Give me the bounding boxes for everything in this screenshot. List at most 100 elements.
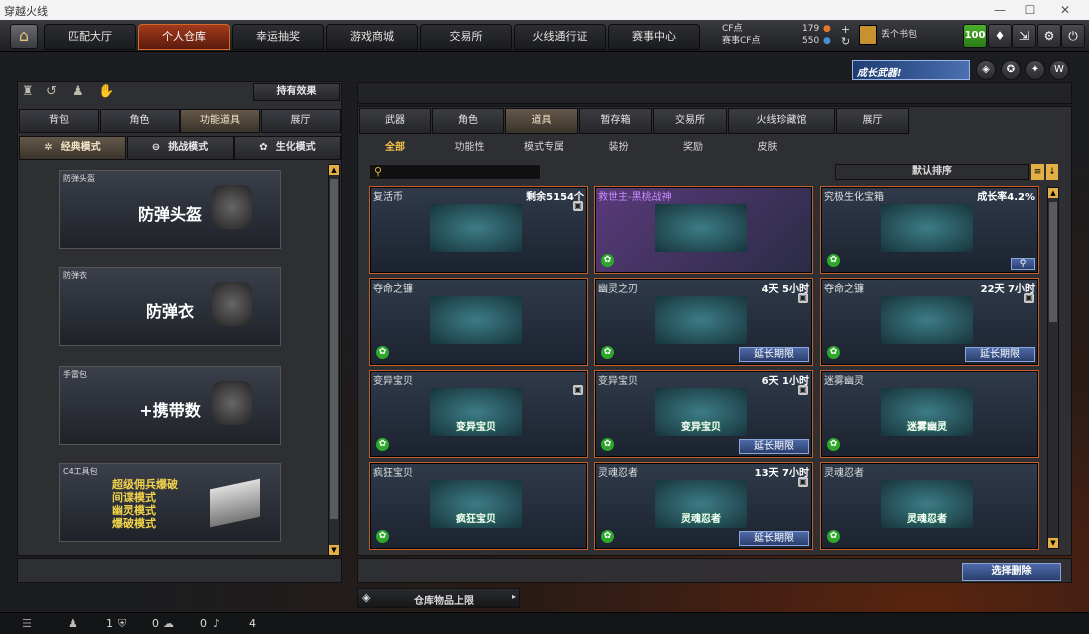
left-tab-3[interactable]: 展厅 xyxy=(260,109,341,133)
settings-icon[interactable]: ⚙ xyxy=(1037,24,1061,48)
badge-icon-3[interactable]: ✦ xyxy=(1025,60,1045,80)
function-item-card[interactable]: 防弹衣 防弹衣 xyxy=(59,267,281,346)
nav-tab-6[interactable]: 赛事中心 xyxy=(608,24,700,50)
gift-icon[interactable]: ✿ xyxy=(827,254,840,267)
lock-icon[interactable]: ▣ xyxy=(798,477,808,487)
nav-tab-4[interactable]: 交易所 xyxy=(420,24,512,50)
team-icon[interactable]: ♜ xyxy=(22,84,34,99)
right-tab-5[interactable]: 火线珍藏馆 xyxy=(728,108,835,134)
home-icon[interactable]: ⌂ xyxy=(10,24,38,49)
gift-icon[interactable]: ✿ xyxy=(601,254,614,267)
extend-button[interactable]: 延长期限 xyxy=(739,439,809,454)
item-card[interactable]: 究极生化宝箱 成长率4.2% ✿ ⚲ xyxy=(820,186,1039,274)
item-card[interactable]: 幽灵之刃 4天 5小时 ✿ ▣ 延长期限 xyxy=(594,278,813,366)
right-scroll-down-icon[interactable]: ▼ xyxy=(1048,538,1058,548)
close-window-icon[interactable]: ✕ xyxy=(1055,2,1075,18)
badge-icon-4[interactable]: W xyxy=(1049,60,1069,80)
left-tab-1[interactable]: 角色 xyxy=(99,109,180,133)
sort-order-icon[interactable]: ↓ xyxy=(1046,164,1058,180)
subtab-0[interactable]: 全部 xyxy=(364,138,426,153)
menu-icon[interactable]: ☰ xyxy=(22,617,32,630)
gift-icon[interactable]: ✿ xyxy=(601,346,614,359)
mode-tab-1[interactable]: ⊖ 挑战模式 xyxy=(126,136,234,160)
right-scroll-thumb[interactable] xyxy=(1049,202,1057,322)
right-tab-1[interactable]: 角色 xyxy=(432,108,504,134)
left-scroll-thumb[interactable] xyxy=(330,179,338,519)
gift-icon[interactable]: ✿ xyxy=(601,438,614,451)
gift-icon[interactable]: ✿ xyxy=(827,530,840,543)
item-card[interactable]: 夺命之镰 ✿ xyxy=(369,278,588,366)
refresh-icon[interactable]: ↻ xyxy=(841,36,850,47)
right-tab-3[interactable]: 暂存箱 xyxy=(579,108,652,134)
item-card[interactable]: 变异宝贝 6天 1小时 变异宝贝 ✿ ▣ 延长期限 xyxy=(594,370,813,458)
left-scroll-down-icon[interactable]: ▼ xyxy=(329,545,339,555)
shield-icon[interactable]: ⛨ xyxy=(118,617,126,631)
bag-icon[interactable]: ♟ xyxy=(68,617,78,630)
nav-tab-2[interactable]: 幸运抽奖 xyxy=(232,24,324,50)
level-badge[interactable]: 100 xyxy=(963,24,987,48)
sort-select[interactable]: 默认排序 xyxy=(835,164,1029,180)
item-card[interactable]: 迷雾幽灵 迷雾幽灵 ✿ xyxy=(820,370,1039,458)
gift-icon[interactable]: ✿ xyxy=(376,530,389,543)
left-tab-0[interactable]: 背包 xyxy=(19,109,99,133)
extend-button[interactable]: 延长期限 xyxy=(739,347,809,362)
item-card[interactable]: 灵魂忍者 灵魂忍者 ✿ xyxy=(820,462,1039,550)
gift-icon[interactable]: ✿ xyxy=(376,438,389,451)
nav-tab-3[interactable]: 游戏商城 xyxy=(326,24,418,50)
extend-button[interactable]: 延长期限 xyxy=(965,347,1035,362)
lock-icon[interactable]: ▣ xyxy=(573,385,583,395)
subtab-2[interactable]: 模式专属 xyxy=(513,138,575,153)
batch-delete-button[interactable]: 选择删除 xyxy=(962,563,1061,581)
left-scrollbar[interactable]: ▲ ▼ xyxy=(328,164,340,556)
mode-tab-2[interactable]: ✿ 生化模式 xyxy=(234,136,341,160)
gift-icon[interactable]: ✿ xyxy=(827,346,840,359)
item-card[interactable]: 复活币 剩余5154个 ▣ xyxy=(369,186,588,274)
gift-icon[interactable]: ✿ xyxy=(827,438,840,451)
right-scroll-up-icon[interactable]: ▲ xyxy=(1048,188,1058,198)
capacity-bar[interactable]: ◈ 仓库物品上限 ▸ xyxy=(357,588,520,608)
item-card[interactable]: 灵魂忍者 13天 7小时 灵魂忍者 ✿ ▣ 延长期限 xyxy=(594,462,813,550)
people-icon[interactable]: ♟ xyxy=(72,84,84,99)
right-tab-4[interactable]: 交易所 xyxy=(653,108,727,134)
effect-button[interactable]: 持有效果 xyxy=(253,83,340,101)
lock-icon[interactable]: ▣ xyxy=(798,293,808,303)
extend-button[interactable]: 延长期限 xyxy=(739,531,809,546)
speaker-icon[interactable]: ♪ xyxy=(213,617,220,630)
right-tab-2[interactable]: 道具 xyxy=(505,108,578,134)
nav-tab-0[interactable]: 匹配大厅 xyxy=(44,24,136,50)
item-card[interactable]: 救世主-黑桃战神 ✿ xyxy=(594,186,813,274)
rank-icon[interactable]: ♦ xyxy=(988,24,1012,48)
lock-icon[interactable]: ▣ xyxy=(1024,293,1034,303)
function-item-card[interactable]: 防弹头盔 防弹头盔 xyxy=(59,170,281,249)
power-icon[interactable]: ⏻ xyxy=(1061,24,1085,48)
function-item-card[interactable]: C4工具包 超级佣兵爆破 间谍模式 幽灵模式 爆破模式 xyxy=(59,463,281,542)
right-tab-6[interactable]: 展厅 xyxy=(836,108,909,134)
gift-icon[interactable]: ✿ xyxy=(376,346,389,359)
mode-tab-0[interactable]: ✲ 经典模式 xyxy=(19,136,126,160)
add-cf-icon[interactable]: + xyxy=(841,24,850,35)
cycle-icon[interactable]: ↺ xyxy=(46,84,57,99)
right-tab-0[interactable]: 武器 xyxy=(359,108,431,134)
subtab-5[interactable]: 皮肤 xyxy=(737,138,799,153)
left-scroll-up-icon[interactable]: ▲ xyxy=(329,165,339,175)
list-view-icon[interactable]: ≡ xyxy=(1031,164,1044,180)
subtab-3[interactable]: 装扮 xyxy=(588,138,650,153)
gift-icon[interactable]: ✿ xyxy=(601,530,614,543)
chat-icon[interactable]: ☁ xyxy=(163,617,174,630)
lock-icon[interactable]: ▣ xyxy=(573,201,583,211)
magnify-icon[interactable]: ⚲ xyxy=(1011,258,1035,270)
item-card[interactable]: 疯狂宝贝 疯狂宝贝 ✿ xyxy=(369,462,588,550)
subtab-4[interactable]: 奖励 xyxy=(662,138,724,153)
nav-tab-5[interactable]: 火线通行证 xyxy=(514,24,606,50)
left-tab-2[interactable]: 功能道具 xyxy=(180,109,260,133)
nav-tab-1[interactable]: 个人仓库 xyxy=(138,24,230,50)
function-item-card[interactable]: 手雷包 +携带数 xyxy=(59,366,281,445)
search-input[interactable]: ⚲ xyxy=(369,164,541,180)
growth-weapon-banner[interactable]: 成长武器! xyxy=(852,60,970,80)
maximize-icon[interactable]: ☐ xyxy=(1020,2,1040,18)
subtab-1[interactable]: 功能性 xyxy=(439,138,501,153)
badge-icon-2[interactable]: ✪ xyxy=(1001,60,1021,80)
exit-room-icon[interactable]: ⇲ xyxy=(1012,24,1036,48)
mouse-icon[interactable]: ✋ xyxy=(98,84,114,99)
item-card[interactable]: 夺命之镰 22天 7小时 ✿ ▣ 延长期限 xyxy=(820,278,1039,366)
